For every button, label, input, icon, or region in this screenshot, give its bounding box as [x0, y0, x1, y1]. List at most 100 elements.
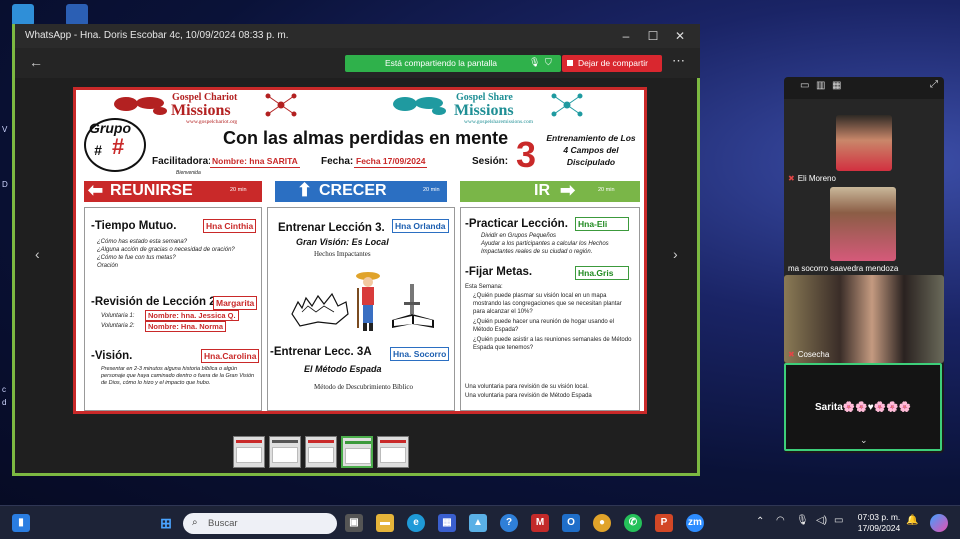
vol2-label: Voluntaria 2:: [101, 323, 135, 329]
practicar-name: Hna-Eli: [575, 217, 629, 231]
more-options-icon[interactable]: ⋯: [672, 53, 685, 69]
grupo-hash: #: [94, 142, 102, 158]
minimize-button[interactable]: –: [615, 27, 637, 45]
file-explorer-icon[interactable]: ▬: [376, 514, 394, 532]
header-crecer: ⬆ CRECER 20 min: [275, 180, 447, 202]
logo-left-line2: Missions: [171, 102, 231, 119]
list-item: Ayudar a los participantes a calcular lo…: [481, 241, 609, 255]
edge-icon[interactable]: e: [407, 514, 425, 532]
task-view-icon[interactable]: ▣: [345, 514, 363, 532]
call-toolbar: ← Está compartiendo la pantalla 🎙 ⛉ Deja…: [15, 48, 700, 78]
slide-thumbnail-selected[interactable]: [341, 436, 373, 468]
store-icon[interactable]: ▦: [438, 514, 456, 532]
slide-thumbnail[interactable]: [233, 436, 265, 468]
entrenar-title: Entrenar Lección 3.: [278, 222, 385, 234]
outlook-icon[interactable]: O: [562, 514, 580, 532]
close-button[interactable]: ✕: [669, 27, 691, 45]
participant-name: ✖ Eli Moreno: [788, 174, 836, 183]
zoom-icon[interactable]: zm: [686, 514, 704, 532]
stop-sharing-button[interactable]: Dejar de compartir: [562, 55, 662, 72]
tiempo-title: -Tiempo Mutuo.: [91, 220, 177, 232]
search-icon: ⌕: [192, 517, 198, 528]
gallery-view-icon[interactable]: ▦: [832, 80, 841, 91]
world-map-icon: [114, 97, 167, 115]
slide-thumbnail[interactable]: [305, 436, 337, 468]
view-toggle-icon[interactable]: ▭: [800, 80, 809, 91]
entrenar-name: Hna Orlanda: [392, 219, 449, 233]
farmer-woman-icon: [356, 272, 380, 331]
sesion-number: 3: [516, 134, 537, 175]
training-title: Entrenamiento de Los 4 Campos del Discip…: [546, 133, 636, 167]
participant-tile[interactable]: ✖ Eli Moreno: [784, 99, 944, 185]
app-icon[interactable]: ▲: [469, 514, 487, 532]
desktop-fragment: D: [2, 180, 8, 189]
list-item: ¿Quién puede asistir a las reuniones sem…: [473, 337, 632, 351]
copilot-icon[interactable]: [930, 514, 948, 532]
participant-tile[interactable]: ✖ Cosecha: [784, 275, 944, 363]
microphone-icon[interactable]: 🎙: [529, 57, 540, 68]
speaker-view-icon[interactable]: ▥: [816, 80, 825, 91]
list-item: Oración: [97, 263, 119, 269]
fijar-title: -Fijar Metas.: [465, 266, 533, 278]
powerpoint-icon[interactable]: P: [655, 514, 673, 532]
search-box[interactable]: ⌕ Buscar: [183, 513, 337, 534]
back-arrow-icon[interactable]: ←: [29, 54, 43, 70]
participant-tile-active[interactable]: Sarita🌸🌸♥🌸🌸🌸 ⌄: [784, 363, 942, 451]
facilitadora-value: Nombre: hna SARITA: [210, 155, 300, 168]
search-placeholder: Buscar: [208, 518, 238, 529]
battery-icon[interactable]: ▭: [834, 515, 843, 526]
antivirus-icon[interactable]: M: [531, 514, 549, 532]
taskbar: ▮ ⊞ ⌕ Buscar ▣ ▬ e ▦ ▲ ? M O ● ✆ P zm ⌃ …: [0, 505, 960, 539]
desktop-fragment: c: [2, 385, 6, 394]
logo-left-url: www.gospelchariot.org: [186, 119, 238, 125]
vision-text: Presentar en 2-3 minutos alguna historia…: [101, 366, 255, 386]
wifi-icon[interactable]: ◠: [776, 515, 785, 526]
chevron-up-icon[interactable]: ⌃: [756, 516, 764, 527]
notification-bell-icon[interactable]: 🔔: [906, 515, 918, 526]
slide-thumbnail[interactable]: [377, 436, 409, 468]
muted-mic-icon: ✖: [788, 350, 795, 359]
header-label: CRECER: [319, 182, 387, 199]
column-crecer: Entrenar Lección 3. Hna Orlanda Gran Vis…: [267, 207, 455, 411]
next-slide-icon[interactable]: ›: [673, 246, 678, 262]
help-icon[interactable]: ?: [500, 514, 518, 532]
start-button-icon[interactable]: ⊞: [157, 514, 175, 532]
shield-icon: ⛉: [545, 57, 552, 67]
header-label: REUNIRSE: [110, 182, 193, 199]
whatsapp-icon[interactable]: ✆: [624, 514, 642, 532]
fecha-label: Fecha:: [321, 156, 354, 167]
esta-semana: Esta Semana:: [465, 284, 503, 290]
desktop-fragment: d: [2, 398, 7, 407]
expand-icon[interactable]: ⤢: [930, 79, 938, 90]
sword-bible-icon: [392, 284, 434, 328]
practicar-list: Dividir en Grupos Pequeños Ayudar a los …: [481, 232, 631, 256]
gran-vision: Gran Visión: Es Local: [296, 237, 389, 247]
left-arrow-icon: ⬅: [88, 180, 104, 200]
shared-slide: Gospel Chariot Missions www.gospelchario…: [73, 87, 647, 414]
grupo-value: #: [112, 134, 125, 159]
previous-slide-icon[interactable]: ‹: [35, 246, 40, 262]
participant-tile[interactable]: ma socorro saavedra mendoza: [784, 185, 944, 275]
vol-metodo: Una voluntaria para revisión de Método E…: [465, 393, 592, 399]
network-icon: [551, 93, 583, 117]
word-document-icon[interactable]: [66, 4, 88, 26]
list-item: ¿Quién puede hacer una reunión de hogar …: [473, 319, 615, 333]
practicar-title: -Practicar Lección.: [465, 218, 568, 230]
clock-date: 17/09/2024: [857, 523, 901, 533]
clock[interactable]: 07:03 p. m. 17/09/2024: [850, 512, 908, 534]
up-arrow-icon: ⬆: [297, 180, 313, 200]
desktop-app-icon[interactable]: [12, 4, 34, 26]
fijar-name: Hna.Gris: [575, 266, 629, 280]
header-ir: IR ➡ 20 min: [460, 180, 640, 202]
maximize-button[interactable]: ☐: [642, 27, 664, 45]
chevron-down-icon[interactable]: ⌄: [860, 435, 868, 446]
widgets-icon[interactable]: ▮: [12, 514, 30, 532]
chrome-icon[interactable]: ●: [593, 514, 611, 532]
participant-name: ma socorro saavedra mendoza: [788, 264, 899, 273]
metodo-sub: Método de Descubrimiento Bíblico: [314, 383, 413, 391]
microphone-icon[interactable]: 🎙: [796, 515, 809, 526]
slide-thumbnail[interactable]: [269, 436, 301, 468]
volume-icon[interactable]: ◁): [816, 515, 827, 526]
desktop-fragment: V: [2, 125, 8, 134]
stop-sharing-label: Dejar de compartir: [578, 58, 648, 68]
